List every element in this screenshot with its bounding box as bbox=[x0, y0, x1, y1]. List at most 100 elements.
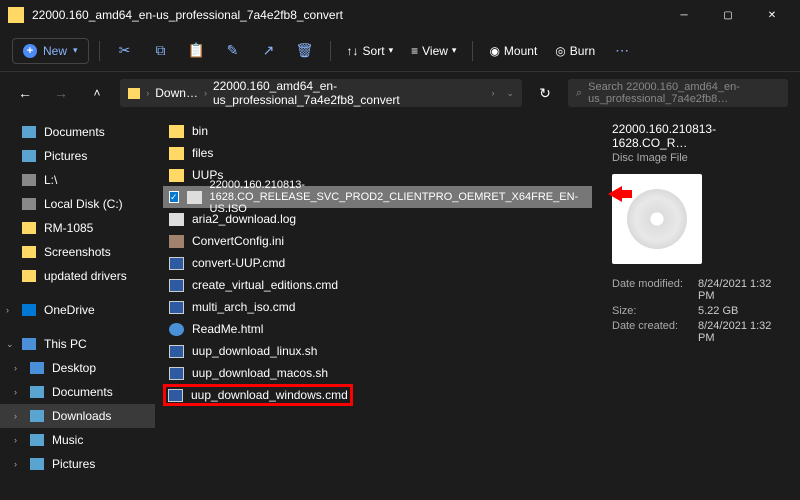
chevron-down-icon[interactable]: ⌄ bbox=[6, 339, 14, 350]
title-bar: 22000.160_amd64_en-us_professional_7a4e2… bbox=[0, 0, 800, 30]
chevron-right-icon[interactable]: › bbox=[14, 435, 17, 445]
disc-icon bbox=[627, 189, 687, 249]
separator bbox=[472, 41, 473, 61]
file-row[interactable]: ReadMe.html bbox=[163, 318, 592, 340]
chevron-right-icon[interactable]: › bbox=[14, 411, 17, 421]
share-icon[interactable]: ↗ bbox=[254, 36, 284, 66]
copy-icon[interactable]: ⧉ bbox=[146, 36, 176, 66]
rename-icon[interactable]: ✎ bbox=[218, 36, 248, 66]
meta-value: 8/24/2021 1:32 PM bbox=[698, 278, 788, 302]
details-pane: 22000.160.210813-1628.CO_R… Disc Image F… bbox=[600, 114, 800, 500]
sidebar-item-screenshots[interactable]: Screenshots bbox=[0, 240, 155, 264]
nav-row: ← → ˄ › Down… › 22000.160_amd64_en-us_pr… bbox=[0, 72, 800, 114]
details-filetype: Disc Image File bbox=[612, 152, 788, 164]
folder-row[interactable]: files bbox=[163, 142, 592, 164]
sidebar-item-pictures[interactable]: Pictures bbox=[0, 144, 155, 168]
cmd-icon bbox=[169, 301, 184, 314]
maximize-button[interactable]: ▢ bbox=[708, 1, 748, 29]
file-row-iso[interactable]: ✓ 22000.160.210813-1628.CO_RELEASE_SVC_P… bbox=[163, 186, 592, 208]
meta-value: 8/24/2021 1:32 PM bbox=[698, 320, 788, 344]
close-button[interactable]: ✕ bbox=[752, 1, 792, 29]
back-button[interactable]: ← bbox=[12, 80, 38, 106]
separator bbox=[99, 41, 100, 61]
chevron-icon: › bbox=[146, 88, 149, 98]
new-label: New bbox=[43, 44, 67, 58]
file-row[interactable]: convert-UUP.cmd bbox=[163, 252, 592, 274]
meta-label: Date modified: bbox=[612, 278, 692, 302]
cmd-icon bbox=[168, 389, 183, 402]
details-filename: 22000.160.210813-1628.CO_R… bbox=[612, 122, 788, 150]
iso-icon bbox=[187, 191, 202, 204]
sort-button[interactable]: ↑↓ Sort ▾ bbox=[341, 44, 400, 58]
more-button[interactable]: ⋯ bbox=[607, 36, 637, 66]
meta-value: 5.22 GB bbox=[698, 305, 788, 317]
file-row[interactable]: aria2_download.log bbox=[163, 208, 592, 230]
checkbox-icon[interactable]: ✓ bbox=[169, 191, 179, 203]
separator bbox=[330, 41, 331, 61]
sidebar-item-music[interactable]: ›Music bbox=[0, 428, 155, 452]
file-row[interactable]: multi_arch_iso.cmd bbox=[163, 296, 592, 318]
view-button[interactable]: ≡ View ▾ bbox=[405, 44, 462, 58]
sidebar-item-documents2[interactable]: ›Documents bbox=[0, 380, 155, 404]
window-title: 22000.160_amd64_en-us_professional_7a4e2… bbox=[32, 8, 664, 22]
file-row[interactable]: uup_download_linux.sh bbox=[163, 340, 592, 362]
folder-icon bbox=[8, 7, 24, 23]
sidebar-item-onedrive[interactable]: ›OneDrive bbox=[0, 298, 155, 322]
burn-button[interactable]: ◎ Burn bbox=[549, 44, 601, 58]
chevron-icon: › bbox=[204, 88, 207, 98]
chevron-right-icon[interactable]: › bbox=[14, 363, 17, 373]
breadcrumb-seg[interactable]: 22000.160_amd64_en-us_professional_7a4e2… bbox=[213, 79, 486, 107]
plus-icon: + bbox=[23, 44, 37, 58]
meta-label: Date created: bbox=[612, 320, 692, 344]
up-button[interactable]: ˄ bbox=[84, 80, 110, 106]
file-icon bbox=[169, 213, 184, 226]
folder-icon bbox=[169, 147, 184, 160]
chevron-down-icon[interactable]: ⌄ bbox=[506, 88, 514, 99]
file-row[interactable]: create_virtual_editions.cmd bbox=[163, 274, 592, 296]
folder-row[interactable]: bin bbox=[163, 120, 592, 142]
refresh-button[interactable]: ↻ bbox=[532, 85, 558, 102]
sidebar: Documents Pictures L:\ Local Disk (C:) R… bbox=[0, 114, 155, 500]
forward-button[interactable]: → bbox=[48, 80, 74, 106]
sidebar-item-local-disk[interactable]: Local Disk (C:) bbox=[0, 192, 155, 216]
chevron-down-icon: ▾ bbox=[73, 45, 78, 56]
folder-icon bbox=[169, 169, 184, 182]
folder-icon bbox=[169, 125, 184, 138]
search-input[interactable]: ⌕ Search 22000.160_amd64_en-us_professio… bbox=[568, 79, 788, 107]
sh-icon bbox=[169, 367, 184, 380]
delete-icon[interactable]: 🗑 bbox=[290, 36, 320, 66]
sidebar-item-pictures2[interactable]: ›Pictures bbox=[0, 452, 155, 476]
cmd-icon bbox=[169, 279, 184, 292]
chevron-right-icon[interactable]: › bbox=[14, 459, 17, 469]
folder-icon bbox=[128, 88, 140, 99]
sh-icon bbox=[169, 345, 184, 358]
ini-icon bbox=[169, 235, 184, 248]
file-row-highlighted[interactable]: uup_download_windows.cmd bbox=[163, 384, 353, 406]
sidebar-item-this-pc[interactable]: ⌄This PC bbox=[0, 332, 155, 356]
cut-icon[interactable]: ✂ bbox=[110, 36, 140, 66]
breadcrumb-seg[interactable]: Down… bbox=[155, 86, 198, 100]
sidebar-item-rm1085[interactable]: RM-1085 bbox=[0, 216, 155, 240]
sidebar-item-desktop[interactable]: ›Desktop bbox=[0, 356, 155, 380]
toolbar: + New ▾ ✂ ⧉ 📋 ✎ ↗ 🗑 ↑↓ Sort ▾ ≡ View ▾ ◉… bbox=[0, 30, 800, 72]
sidebar-item-documents[interactable]: Documents bbox=[0, 120, 155, 144]
chevron-right-icon[interactable]: › bbox=[14, 387, 17, 397]
file-row[interactable]: ConvertConfig.ini bbox=[163, 230, 592, 252]
annotation-arrow-icon bbox=[600, 184, 632, 204]
chevron-right-icon[interactable]: › bbox=[6, 305, 9, 315]
new-button[interactable]: + New ▾ bbox=[12, 38, 89, 64]
html-icon bbox=[169, 323, 184, 336]
meta-label: Size: bbox=[612, 305, 692, 317]
search-icon: ⌕ bbox=[576, 87, 582, 100]
paste-icon[interactable]: 📋 bbox=[182, 36, 212, 66]
sidebar-item-updated-drivers[interactable]: updated drivers bbox=[0, 264, 155, 288]
minimize-button[interactable]: ─ bbox=[664, 1, 704, 29]
file-row[interactable]: uup_download_macos.sh bbox=[163, 362, 592, 384]
address-bar[interactable]: › Down… › 22000.160_amd64_en-us_professi… bbox=[120, 79, 522, 107]
mount-button[interactable]: ◉ Mount bbox=[483, 44, 543, 58]
sidebar-item-downloads[interactable]: ›Downloads bbox=[0, 404, 155, 428]
sidebar-item-drive-l[interactable]: L:\ bbox=[0, 168, 155, 192]
search-placeholder: Search 22000.160_amd64_en-us_professiona… bbox=[588, 81, 780, 105]
cmd-icon bbox=[169, 257, 184, 270]
file-list: bin files UUPs ✓ 22000.160.210813-1628.C… bbox=[155, 114, 600, 500]
